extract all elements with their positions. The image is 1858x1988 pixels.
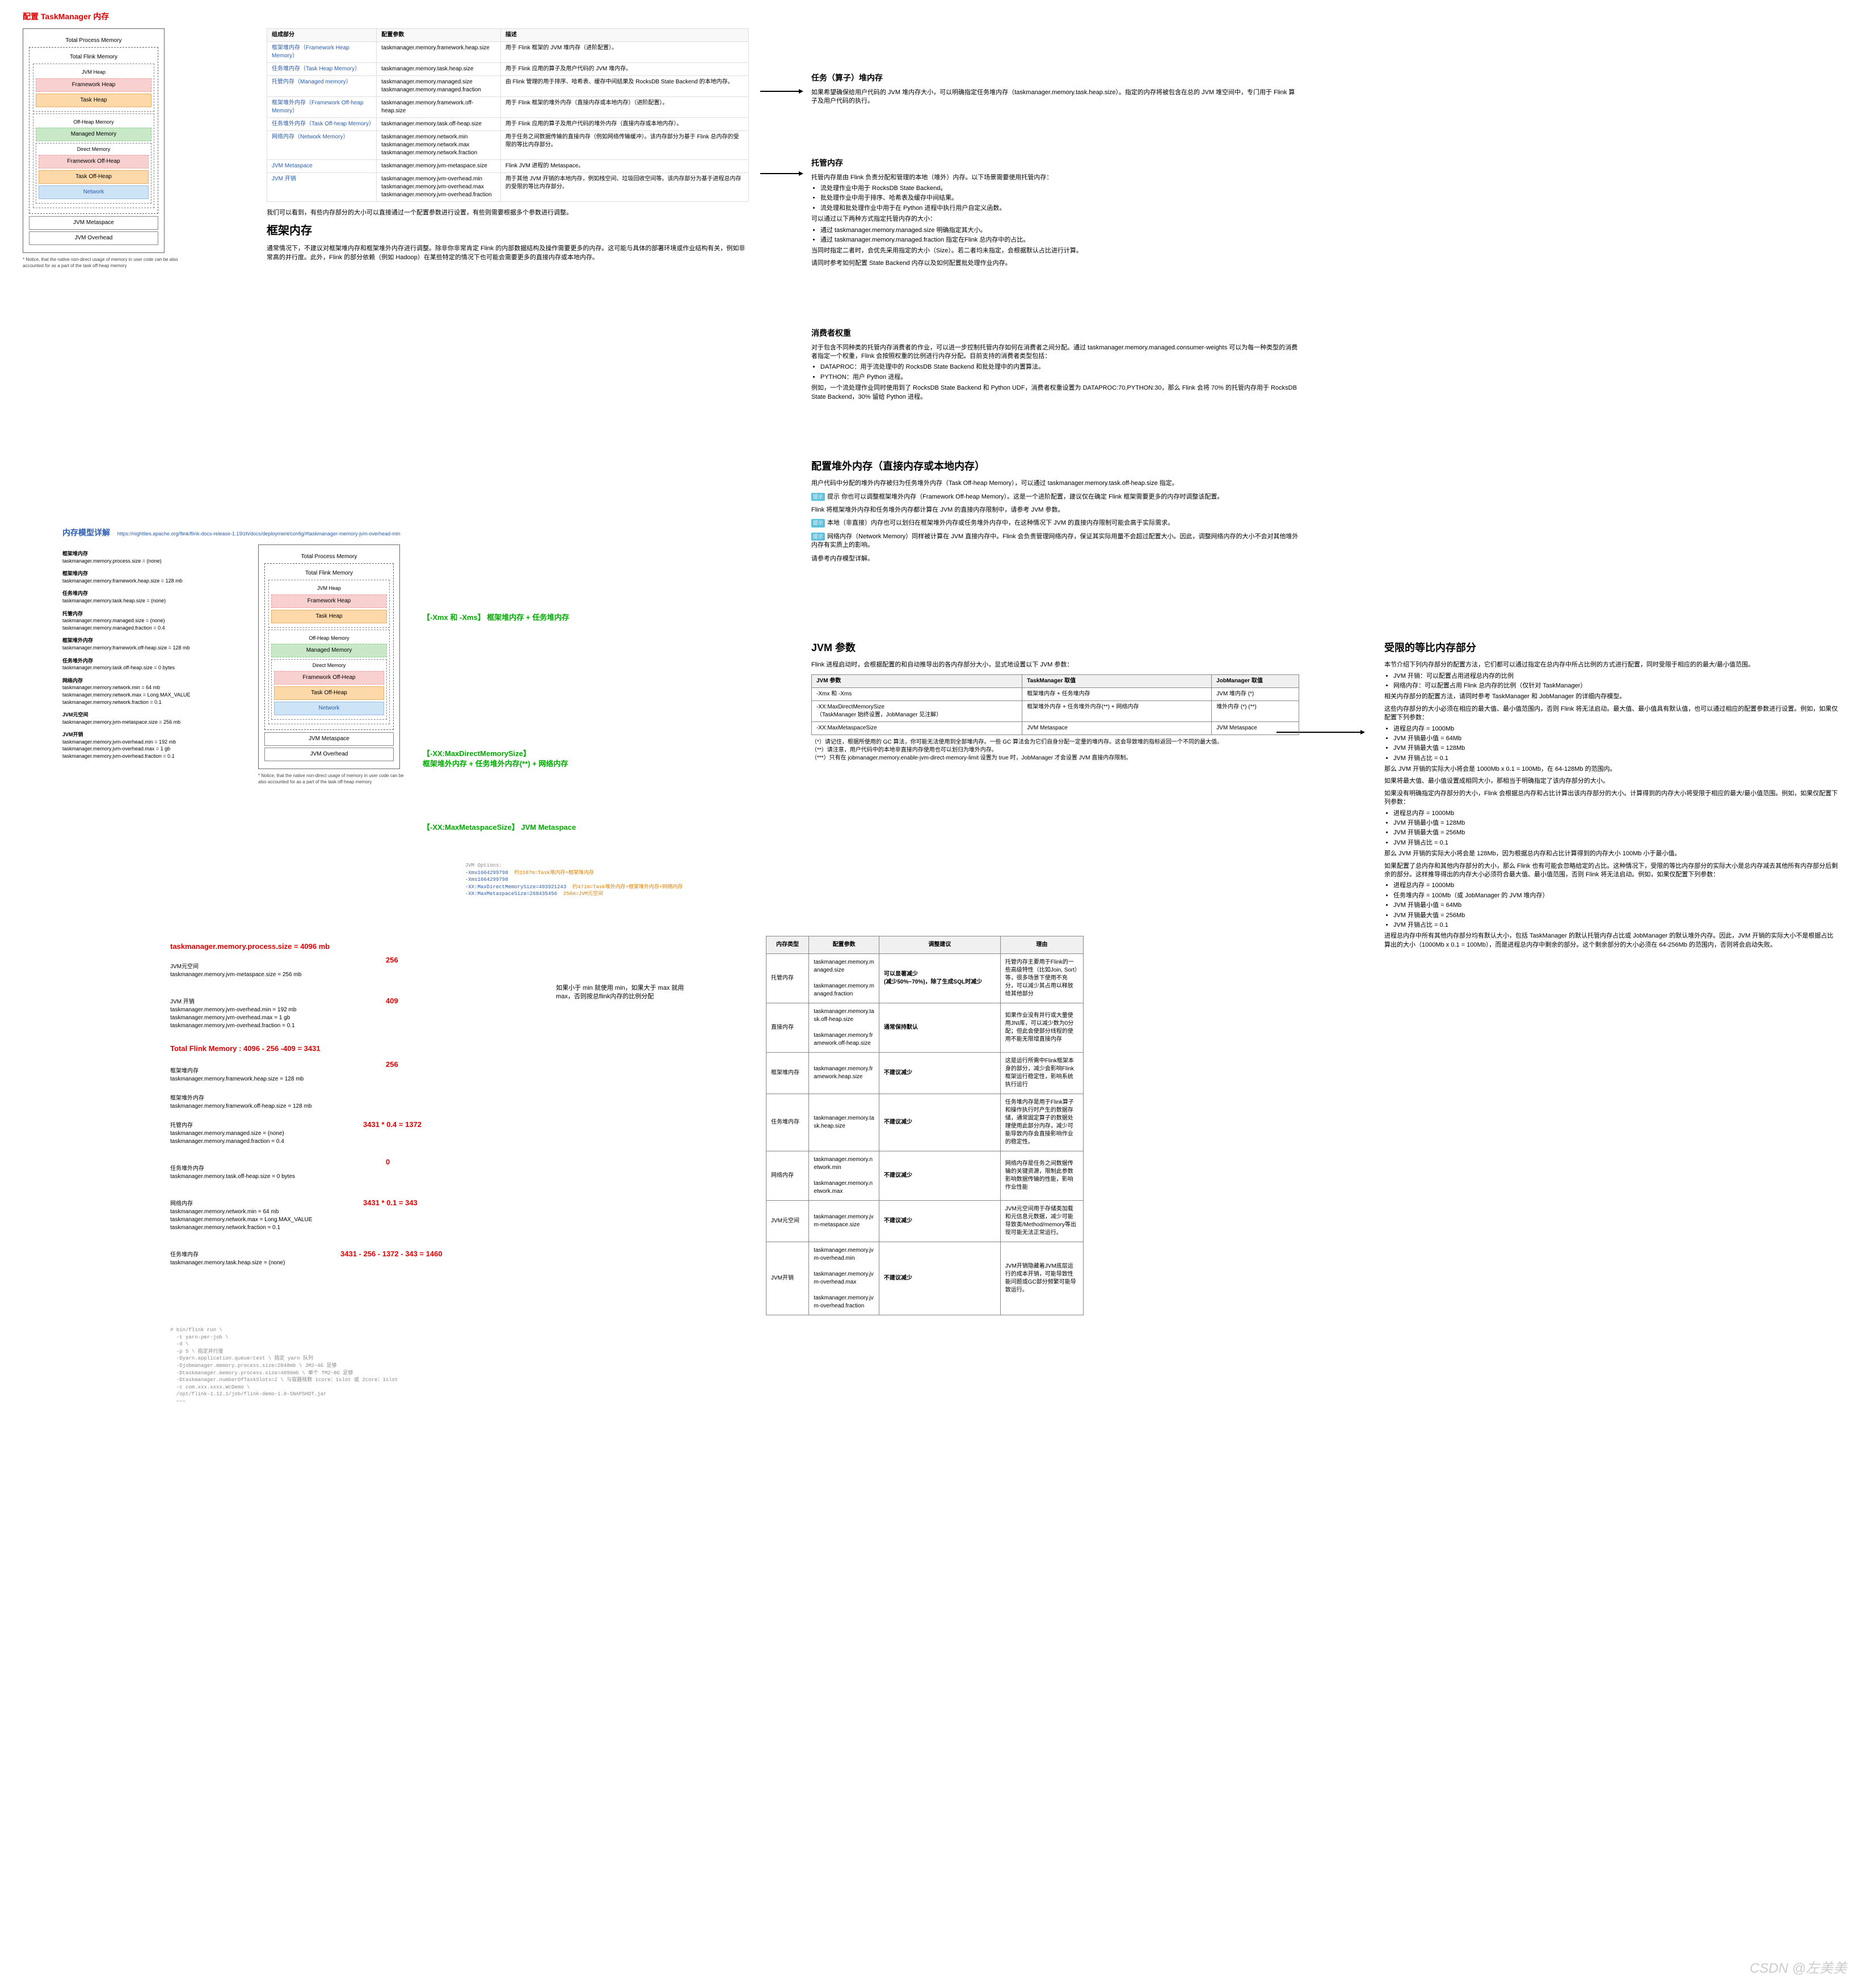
limited-ratio-section: 受限的等比内存部分 本节介绍下列内存部分的配置方法，它们都可以通过指定在总内存中… [1384,635,1838,949]
memory-diagram-2: Total Process Memory Total Flink Memory … [258,545,406,785]
model-detail-section: 内存模型详解 https://nightlies.apache.org/flin… [62,527,789,539]
arrow2 [760,173,800,174]
jvm-params-section: JVM 参数 Flink 进程启动时，会根据配置的和自动推导出的各内存部分大小，… [811,635,1299,762]
minmax-note: 如果小于 min 就使用 min，如果大于 max 就用 max，否则按总fli… [556,984,686,1002]
managed-mem-section: 托管内存 托管内存是由 Flink 负责分配和管理的本地（堆外）内存。以下场景需… [811,153,1299,268]
model-detail-link[interactable]: https://nightlies.apache.org/flink/flink… [117,531,401,537]
config-list: 框架堆内存taskmanager.memory.process.size = (… [62,550,238,766]
jvm-options-code: JVM Options: -Xmx1664299798 约1587m=Task堆… [465,862,682,898]
offheap-config-section: 配置堆外内存（直接内存或本地内存） 用户代码中分配的堆外内存被归为任务堆外内存（… [811,454,1299,563]
arrow1 [760,91,800,92]
diagram-note: * Notice, that the native non-direct usa… [23,256,187,269]
watermark: CSDN @左美美 [1750,1957,1847,1977]
model-detail-title: 内存模型详解 [62,528,110,537]
framework-mem-title: 框架内存 [267,223,749,239]
annotation-meta: 【-XX:MaxMetaspaceSize】 JVM Metaspace [423,822,576,833]
memory-diagram-1: Total Process Memory Total Flink Memory … [23,28,187,269]
annotation-xmx: 【-Xmx 和 -Xms】 框架堆内存 + 任务堆内存 [423,613,569,623]
consumer-weight-section: 消费者权重 对于包含不同种类的托管内存消费者的作业，可以进一步控制托管内存如何在… [811,323,1299,402]
tuning-table: 内存类型配置参数调整建议理由 托管内存taskmanager.memory.ma… [766,936,1084,1315]
task-heap-section: 任务（算子）堆内存 如果希望确保给用户代码的 JVM 堆内存大小，可以明确指定任… [811,68,1299,105]
annotation-direct: 【-XX:MaxDirectMemorySize】 框架堆外内存 + 任务堆外内… [423,749,568,769]
page-title: 配置 TaskManager 内存 [23,11,109,23]
calculation-block: taskmanager.memory.process.size = 4096 m… [170,942,567,1275]
config-table: 组成部分配置参数描述 框架堆内存（Framework Heap Memory）t… [267,28,749,262]
cli-code: # bin/flink run \ -t yarn-per-job \ -d \… [170,1322,398,1411]
